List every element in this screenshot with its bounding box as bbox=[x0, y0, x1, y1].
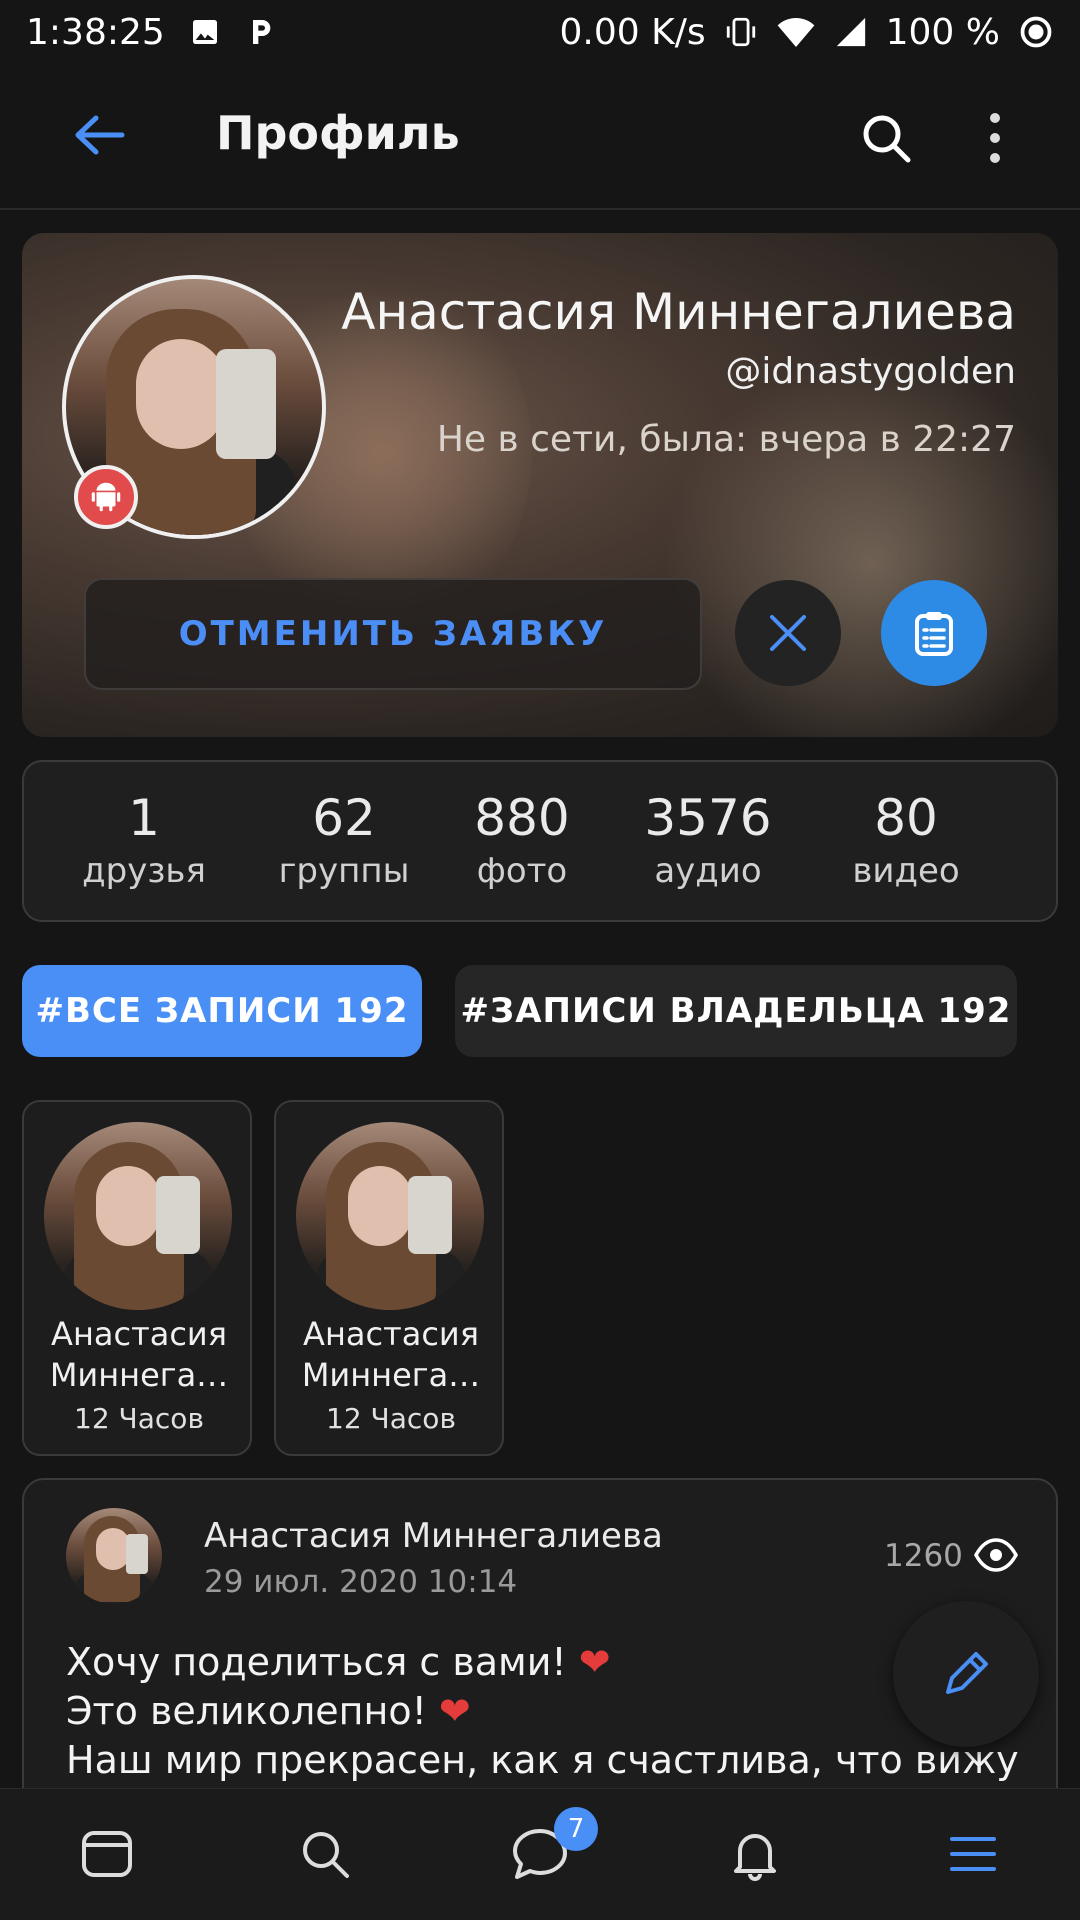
stat-video[interactable]: 80 видео bbox=[824, 790, 988, 892]
status-time: 1:38:25 bbox=[26, 11, 165, 53]
vibrate-icon bbox=[724, 15, 758, 49]
parking-icon bbox=[245, 16, 277, 48]
stat-audio[interactable]: 3576 аудио bbox=[618, 790, 798, 892]
more-vert-icon[interactable] bbox=[980, 110, 1010, 166]
story-item[interactable]: Анастасия Миннега… 12 Часов bbox=[274, 1100, 504, 1456]
image-icon bbox=[189, 16, 221, 48]
bottom-navigation: 7 bbox=[0, 1788, 1080, 1920]
status-bar: 1:38:25 0.00 K/s 100 % bbox=[0, 0, 1080, 64]
search-icon[interactable] bbox=[858, 110, 914, 166]
compose-post-button[interactable] bbox=[893, 1601, 1039, 1747]
profile-stats: 1 друзья 62 группы 880 фото 3576 аудио 8… bbox=[22, 760, 1058, 922]
tab-owner-posts[interactable]: #ЗАПИСИ ВЛАДЕЛЬЦА 192 bbox=[455, 965, 1017, 1057]
back-arrow-icon[interactable] bbox=[70, 110, 130, 160]
story-name: Анастасия Миннега… bbox=[301, 1315, 481, 1394]
stat-photos[interactable]: 880 фото bbox=[440, 790, 604, 892]
story-time: 12 Часов bbox=[74, 1402, 204, 1435]
stat-groups[interactable]: 62 группы bbox=[262, 790, 426, 892]
heart-icon: ❤ bbox=[438, 1689, 471, 1733]
story-avatar bbox=[296, 1122, 484, 1310]
post-author-avatar[interactable] bbox=[66, 1508, 162, 1604]
wifi-icon bbox=[776, 15, 816, 49]
post-date: 29 июл. 2020 10:14 bbox=[204, 1564, 518, 1600]
story-item[interactable]: Анастасия Миннега… 12 Часов bbox=[22, 1100, 252, 1456]
net-speed: 0.00 K/s bbox=[559, 11, 706, 53]
signal-icon bbox=[834, 15, 868, 49]
page-title: Профиль bbox=[216, 106, 460, 160]
battery-ring-icon bbox=[1018, 14, 1054, 50]
news-icon[interactable] bbox=[72, 1819, 142, 1889]
eye-icon bbox=[974, 1538, 1018, 1572]
heart-icon: ❤ bbox=[578, 1640, 611, 1684]
search-icon[interactable] bbox=[290, 1819, 360, 1889]
post-author-name[interactable]: Анастасия Миннегалиева bbox=[204, 1516, 663, 1556]
post-views: 1260 bbox=[884, 1538, 963, 1574]
notes-icon[interactable] bbox=[881, 580, 987, 686]
stat-friends[interactable]: 1 друзья bbox=[62, 790, 226, 892]
bell-icon[interactable] bbox=[720, 1819, 790, 1889]
post-text: Хочу поделиться с вами! ❤ Это великолепн… bbox=[66, 1640, 1019, 1782]
cancel-request-button[interactable]: ОТМЕНИТЬ ЗАЯВКУ bbox=[84, 578, 702, 690]
background-blur bbox=[662, 353, 1058, 737]
story-time: 12 Часов bbox=[326, 1402, 456, 1435]
app-bar: Профиль bbox=[0, 64, 1080, 210]
close-icon[interactable] bbox=[735, 580, 841, 686]
profile-name: Анастасия Миннегалиева bbox=[341, 283, 1016, 341]
battery-text: 100 % bbox=[885, 11, 1000, 53]
tab-all-posts[interactable]: #ВСЕ ЗАПИСИ 192 bbox=[22, 965, 422, 1057]
profile-handle: @idnastygolden bbox=[725, 351, 1016, 392]
android-icon bbox=[74, 465, 138, 529]
pencil-icon bbox=[946, 1652, 988, 1694]
menu-icon[interactable] bbox=[938, 1819, 1008, 1889]
profile-header: Анастасия Миннегалиева @idnastygolden Не… bbox=[22, 233, 1058, 737]
story-avatar bbox=[44, 1122, 232, 1310]
story-name: Анастасия Миннега… bbox=[49, 1315, 229, 1394]
online-status: Не в сети, была: вчера в 22:27 bbox=[436, 419, 1016, 460]
messages-badge: 7 bbox=[554, 1807, 598, 1851]
